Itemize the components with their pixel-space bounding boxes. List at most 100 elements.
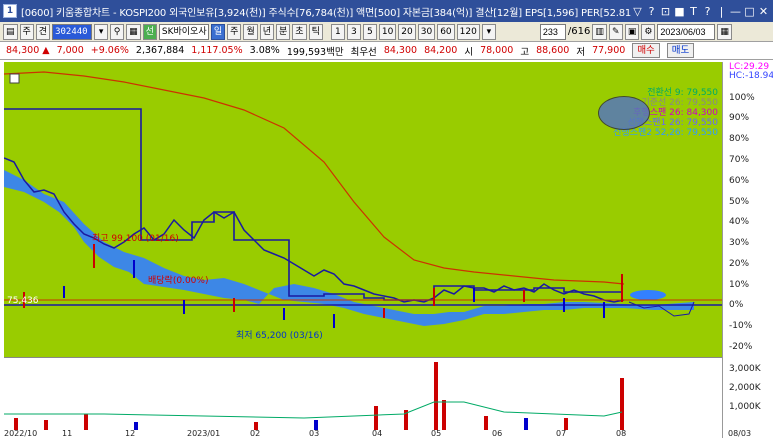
- buy-button[interactable]: 매수: [632, 43, 660, 58]
- main-button[interactable]: 주: [19, 23, 34, 40]
- tick-90: 90%: [729, 113, 750, 123]
- date-08-03: 08/03: [728, 429, 752, 438]
- date-2023-01: 2023/01: [187, 429, 221, 438]
- legend-marker: [598, 96, 650, 130]
- date-axis: 2022/10 11 12 2023/01 02 03 04 05 06 07 …: [4, 429, 751, 438]
- close-icon[interactable]: ✕: [758, 5, 769, 18]
- window-number-icon: 1: [3, 4, 17, 18]
- sell-button[interactable]: 매도: [666, 43, 695, 58]
- tick-0: 0%: [729, 300, 744, 310]
- open-price: 78,000: [480, 45, 514, 56]
- current-price: 84,300 ▲: [6, 45, 50, 56]
- interval-dropdown-icon[interactable]: ▾: [481, 23, 496, 40]
- count-input[interactable]: [539, 23, 566, 40]
- high-label: 고: [520, 46, 530, 58]
- interval-30[interactable]: 30: [417, 23, 436, 40]
- price-change-pct: +9.06%: [90, 45, 129, 56]
- period-tick[interactable]: 틱: [308, 23, 323, 40]
- turnover: 3.08%: [249, 45, 280, 56]
- tick-10: 10%: [729, 280, 750, 290]
- magic-icon[interactable]: ✎: [608, 23, 623, 40]
- period-minute[interactable]: 분: [276, 23, 291, 40]
- ask-price: 84,200: [424, 45, 458, 56]
- chart-low-annotation: 최저 65,200 (03/16): [236, 331, 323, 341]
- window-title: [0600] 키움종합차트 - KOSPI200 외국인보유[3,924(천)]…: [21, 7, 632, 19]
- grid-icon[interactable]: ▦: [126, 23, 141, 40]
- trade-amount: 199,593백만: [286, 46, 344, 58]
- period-week[interactable]: 주: [227, 23, 242, 40]
- popout-icon[interactable]: ⊡: [660, 5, 671, 18]
- chart-base-value: 75,436: [7, 296, 39, 306]
- tick-minus20: -20%: [729, 342, 753, 352]
- vol-tick-1000: 1,000K: [729, 402, 761, 412]
- low-label: 저: [576, 46, 586, 58]
- pin-icon[interactable]: ■: [674, 5, 685, 18]
- tick-40: 40%: [729, 217, 750, 227]
- title-bar: 1 [0600] 키움종합차트 - KOSPI200 외국인보유[3,924(천…: [0, 0, 773, 22]
- tick-20: 20%: [729, 259, 750, 269]
- period-day[interactable]: 일: [210, 23, 226, 40]
- layout-icon[interactable]: ▤: [3, 23, 18, 40]
- hc-label: HC:-18.94: [729, 71, 773, 81]
- low-price: 77,900: [592, 45, 626, 56]
- tick-100: 100%: [729, 93, 755, 103]
- interval-3[interactable]: 3: [346, 23, 361, 40]
- interval-20[interactable]: 20: [398, 23, 416, 40]
- tick-minus10: -10%: [729, 321, 753, 331]
- chart-settings-icon: [9, 73, 20, 84]
- settings-icon[interactable]: ⚙: [641, 23, 656, 40]
- interval-10[interactable]: 10: [378, 23, 397, 40]
- calendar-icon[interactable]: ▦: [717, 23, 732, 40]
- open-label: 시: [464, 46, 474, 58]
- separator: |: [719, 4, 724, 18]
- tick-30: 30%: [729, 238, 750, 248]
- dropdown-icon[interactable]: ▾: [94, 23, 109, 40]
- stock-code-input[interactable]: [52, 23, 93, 40]
- high-price: 88,600: [536, 45, 570, 56]
- stock-name-field: SK바이오사: [158, 23, 209, 40]
- maximize-icon[interactable]: □: [744, 5, 755, 18]
- period-month[interactable]: 월: [243, 23, 258, 40]
- interval-60[interactable]: 60: [437, 23, 455, 40]
- filter-icon[interactable]: ▽: [632, 5, 643, 18]
- vol-tick-3000: 3,000K: [729, 364, 761, 374]
- cursor-marker: [630, 290, 666, 300]
- date-input[interactable]: [657, 23, 716, 40]
- date-05: 05: [431, 429, 442, 438]
- green-button[interactable]: 선: [142, 23, 157, 40]
- date-04: 04: [372, 429, 383, 438]
- title-controls: ▽ ? ⊡ ■ T ? | — □ ✕: [632, 5, 773, 18]
- prefix-button[interactable]: 견: [35, 23, 51, 40]
- chart-toolbar: ▤ 주 견 ▾ ⚲ ▦ 선 SK바이오사 일 주 월 년 분 초 틱 1 3 5…: [0, 22, 773, 42]
- tick-80: 80%: [729, 134, 750, 144]
- date-07: 07: [556, 429, 567, 438]
- search-icon[interactable]: ⚲: [110, 23, 125, 40]
- period-year[interactable]: 년: [259, 23, 274, 40]
- interval-120[interactable]: 120: [456, 23, 480, 40]
- tick-50: 50%: [729, 197, 750, 207]
- price-info-bar: 84,300 ▲ 7,000 +9.06% 2,367,884 1,117.05…: [0, 42, 773, 60]
- price-change: 7,000: [56, 45, 84, 56]
- date-08: 08: [616, 429, 627, 438]
- minimize-icon[interactable]: —: [730, 5, 741, 18]
- font-icon[interactable]: T: [688, 5, 699, 18]
- period-second[interactable]: 초: [292, 23, 307, 40]
- date-11: 11: [62, 429, 73, 438]
- save-icon[interactable]: ▣: [624, 23, 640, 40]
- volume: 2,367,884: [135, 45, 185, 56]
- best-bid-label: 최우선: [350, 46, 377, 58]
- volume-pct: 1,117.05%: [191, 45, 243, 56]
- chart-dividend-annotation: 배당락(0.00%): [148, 276, 209, 286]
- bid-price: 84,300: [383, 45, 418, 56]
- interval-5[interactable]: 5: [362, 23, 377, 40]
- vol-tick-2000: 2,000K: [729, 383, 761, 393]
- date-12: 12: [125, 429, 136, 438]
- help-icon[interactable]: ?: [646, 5, 657, 18]
- interval-1[interactable]: 1: [330, 23, 345, 40]
- tick-70: 70%: [729, 155, 750, 165]
- chart-icon[interactable]: ▥: [592, 23, 607, 40]
- help2-icon[interactable]: ?: [702, 5, 713, 18]
- tick-60: 60%: [729, 176, 750, 186]
- date-2022-10: 2022/10: [4, 429, 38, 438]
- volume-panel-bg: [4, 358, 722, 430]
